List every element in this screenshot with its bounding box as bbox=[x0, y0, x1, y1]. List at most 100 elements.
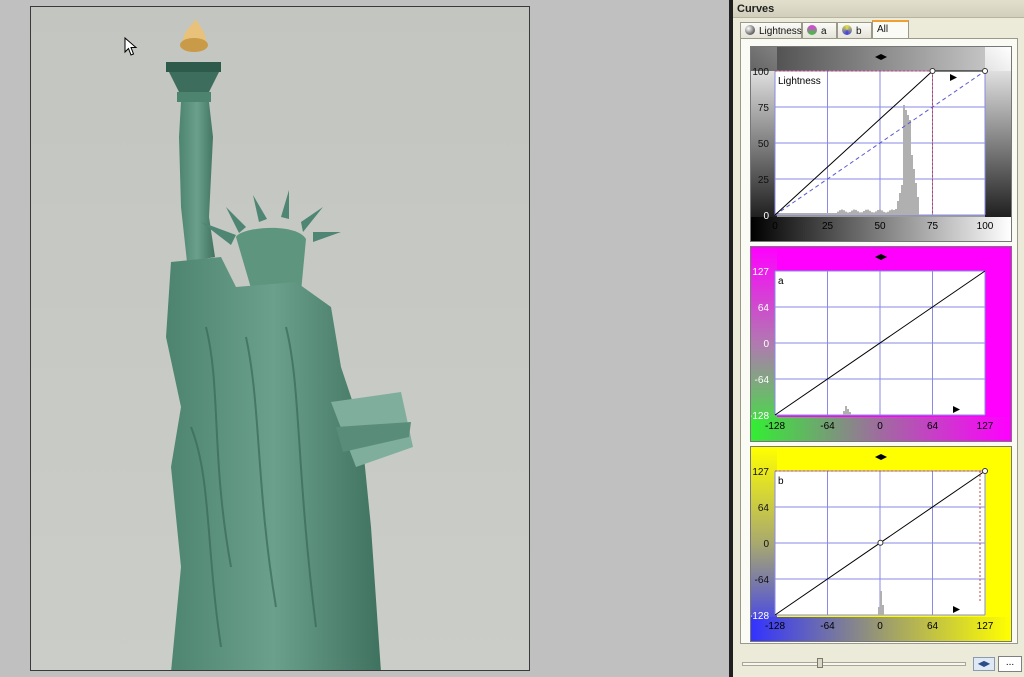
histogram-bar bbox=[859, 212, 861, 215]
histogram-bar bbox=[795, 213, 797, 215]
tab-b[interactable]: b bbox=[837, 22, 872, 39]
image-canvas[interactable] bbox=[0, 0, 729, 677]
histogram-bar bbox=[899, 193, 901, 215]
mouse-cursor-icon bbox=[124, 37, 138, 56]
histogram-bar bbox=[879, 209, 881, 215]
histogram-bar bbox=[797, 213, 799, 215]
histogram-bar bbox=[809, 213, 811, 215]
histogram-bar bbox=[799, 213, 801, 215]
histogram-bar bbox=[829, 213, 831, 215]
lightness-channel-icon bbox=[745, 25, 755, 35]
histogram-bar bbox=[781, 213, 783, 215]
lightness-channel-label: Lightness bbox=[778, 76, 821, 87]
histogram-bar bbox=[811, 213, 813, 215]
histogram-bar bbox=[871, 212, 873, 215]
histogram-bar bbox=[779, 213, 781, 215]
histogram-bar bbox=[841, 209, 843, 215]
y-tick-label: -64 bbox=[755, 575, 770, 586]
histogram-bar bbox=[791, 213, 793, 215]
x-tick-label: 64 bbox=[927, 421, 939, 432]
histogram-bar bbox=[855, 209, 857, 215]
a-curve-editor: a 127640-64-128 -128-64064127 bbox=[750, 246, 1012, 442]
statue-photo[interactable] bbox=[30, 6, 530, 671]
zoom-slider-track[interactable] bbox=[742, 662, 966, 666]
tab-lightness[interactable]: Lightness bbox=[740, 22, 802, 39]
histogram-bar bbox=[805, 213, 807, 215]
histogram-bar bbox=[843, 411, 845, 415]
histogram-bar bbox=[861, 212, 863, 215]
histogram-bar bbox=[843, 210, 845, 215]
histogram-bar bbox=[901, 185, 903, 215]
y-tick-label: 127 bbox=[752, 467, 769, 478]
histogram-bar bbox=[909, 120, 911, 215]
zoom-slider-thumb[interactable] bbox=[817, 658, 823, 668]
histogram-bar bbox=[803, 213, 805, 215]
a-channel-label: a bbox=[778, 276, 784, 287]
curves-panel: Curves Lightness a b All Lightness 100 7… bbox=[733, 0, 1024, 677]
b-channel-label: b bbox=[778, 476, 784, 487]
histogram-bar bbox=[835, 213, 837, 215]
histogram-bar bbox=[819, 213, 821, 215]
curve-control-point[interactable] bbox=[982, 468, 988, 474]
histogram-bar bbox=[783, 213, 785, 215]
y-tick-label: -64 bbox=[755, 375, 770, 386]
histogram-bar bbox=[789, 213, 791, 215]
histogram-bar bbox=[873, 212, 875, 215]
y-tick-label: 64 bbox=[758, 503, 770, 514]
histogram-bar bbox=[875, 211, 877, 215]
histogram-bar bbox=[837, 211, 839, 215]
histogram-bar bbox=[881, 210, 883, 215]
tab-all[interactable]: All bbox=[872, 20, 909, 39]
y-tick-label: 75 bbox=[758, 103, 770, 114]
histogram-bar bbox=[863, 210, 865, 215]
histogram-bar bbox=[915, 183, 917, 215]
x-tick-label: 75 bbox=[927, 221, 939, 232]
histogram-bar bbox=[821, 213, 823, 215]
histogram-bar bbox=[911, 155, 913, 215]
histogram-bar bbox=[807, 213, 809, 215]
histogram-bar bbox=[880, 591, 882, 615]
histogram-bar bbox=[823, 213, 825, 215]
y-tick-label: 25 bbox=[758, 175, 770, 186]
histogram-bar bbox=[831, 213, 833, 215]
histogram-bar bbox=[877, 209, 879, 215]
lightness-curve-chart[interactable]: Lightness 100 75 50 25 0 0 25 50 75 100 bbox=[751, 47, 1011, 241]
histogram-bar bbox=[833, 213, 835, 215]
more-button[interactable]: ... bbox=[998, 656, 1022, 672]
histogram-bar bbox=[851, 210, 853, 215]
histogram-bar bbox=[867, 209, 869, 215]
histogram-bar bbox=[793, 213, 795, 215]
prev-next-buttons[interactable]: ◀▶ bbox=[973, 657, 995, 671]
histogram-bar bbox=[917, 197, 919, 215]
histogram-bar bbox=[849, 412, 851, 415]
a-channel-icon bbox=[807, 25, 817, 35]
curve-control-point[interactable] bbox=[929, 68, 936, 74]
histogram-bar bbox=[853, 209, 855, 215]
histogram-bar bbox=[817, 213, 819, 215]
panel-title: Curves bbox=[733, 0, 1024, 18]
histogram-bar bbox=[815, 213, 817, 215]
x-tick-label: 127 bbox=[977, 621, 994, 632]
a-curve-chart[interactable]: a 127640-64-128 -128-64064127 bbox=[751, 247, 1011, 441]
curve-control-point[interactable] bbox=[877, 539, 884, 546]
x-tick-label: 64 bbox=[927, 621, 939, 632]
b-curve-chart[interactable]: b 127640-64-128 -128-64064127 bbox=[751, 447, 1011, 641]
histogram-bar bbox=[889, 210, 891, 215]
histogram-bar bbox=[827, 213, 829, 215]
histogram-bar bbox=[887, 211, 889, 215]
histogram-bar bbox=[903, 105, 905, 215]
x-tick-label: 100 bbox=[977, 221, 994, 232]
y-tick-label: 0 bbox=[763, 211, 769, 222]
tab-a[interactable]: a bbox=[802, 22, 837, 39]
x-tick-label: 0 bbox=[877, 621, 883, 632]
b-channel-icon bbox=[842, 25, 852, 35]
b-curve-editor: b 127640-64-128 -128-64064127 bbox=[750, 446, 1012, 642]
histogram-bar bbox=[847, 409, 849, 415]
curve-control-point[interactable] bbox=[982, 68, 988, 74]
y-tick-label: 50 bbox=[758, 139, 770, 150]
histogram-bar bbox=[865, 209, 867, 215]
histogram-bar bbox=[787, 213, 789, 215]
histogram-bar bbox=[913, 169, 915, 215]
statue-of-liberty-image bbox=[31, 7, 529, 670]
curves-tab-body: Lightness 100 75 50 25 0 0 25 50 75 100 bbox=[740, 38, 1018, 644]
